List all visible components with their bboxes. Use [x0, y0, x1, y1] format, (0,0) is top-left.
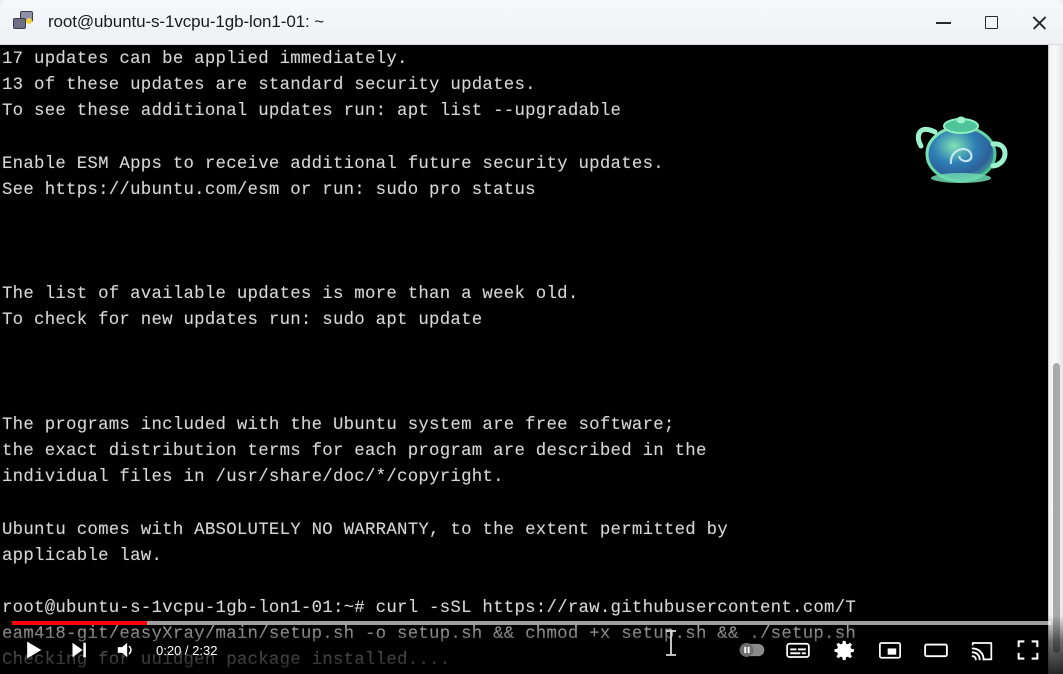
terminal-line: 13 of these updates are standard securit…: [2, 76, 536, 96]
miniplayer-icon: [879, 642, 901, 659]
volume-button[interactable]: [102, 627, 148, 673]
terminal-line: the exact distribution terms for each pr…: [2, 442, 707, 462]
close-icon: [1031, 15, 1047, 31]
gear-icon: [834, 640, 854, 660]
theater-mode-button[interactable]: [913, 627, 959, 673]
scrollbar-thumb[interactable]: [1053, 363, 1060, 653]
play-icon: [27, 641, 42, 659]
next-video-button[interactable]: [56, 627, 102, 673]
terminal-line: individual files in /usr/share/doc/*/cop…: [2, 468, 504, 488]
terminal-output-area[interactable]: 17 updates can be applied immediately. 13…: [0, 45, 1048, 674]
terminal-line: 17 updates can be applied immediately.: [2, 50, 408, 69]
autoplay-toggle[interactable]: [729, 627, 775, 673]
subtitles-button[interactable]: [775, 627, 821, 673]
volume-icon: [117, 642, 132, 658]
video-progress-bar[interactable]: [12, 621, 1051, 625]
cast-button[interactable]: [959, 627, 1005, 673]
close-button[interactable]: [1015, 0, 1063, 45]
terminal-line: To check for new updates run: sudo apt u…: [2, 311, 483, 331]
window-title: root@ubuntu-s-1vcpu-1gb-lon1-01: ~: [48, 12, 325, 31]
video-time-display: 0:20 / 2:32: [156, 642, 218, 658]
minimize-icon: [935, 22, 951, 23]
window-controls: [919, 0, 1063, 45]
next-icon: [72, 642, 86, 658]
minimize-button[interactable]: [919, 0, 967, 45]
terminal-lines: 17 updates can be applied immediately. 13…: [2, 47, 1048, 674]
putty-computer-icon: [12, 9, 38, 35]
terminal-line: applicable law.: [2, 546, 163, 566]
maximize-icon: [984, 16, 998, 29]
miniplayer-button[interactable]: [867, 627, 913, 673]
player-controls-right: [729, 627, 1063, 673]
terminal-line: To see these additional updates run: apt…: [2, 102, 622, 122]
window-titlebar[interactable]: root@ubuntu-s-1vcpu-1gb-lon1-01: ~: [0, 0, 1063, 45]
subtitles-icon: [786, 642, 810, 658]
player-controls-left: 0:20 / 2:32: [0, 627, 217, 673]
maximize-button[interactable]: [967, 0, 1015, 45]
theater-icon: [924, 643, 948, 658]
fullscreen-icon: [1017, 640, 1039, 660]
autoplay-icon: [739, 643, 765, 657]
fullscreen-button[interactable]: [1005, 627, 1051, 673]
video-progress-played: [12, 621, 148, 625]
play-button[interactable]: [10, 627, 56, 673]
terminal-line: The list of available updates is more th…: [2, 285, 579, 305]
terminal-line: root@ubuntu-s-1vcpu-1gb-lon1-01:~# curl …: [2, 598, 857, 618]
terminal-line: The programs included with the Ubuntu sy…: [2, 415, 675, 435]
screen-root: root@ubuntu-s-1vcpu-1gb-lon1-01: ~ 17 up…: [0, 0, 1063, 674]
settings-button[interactable]: [821, 627, 867, 673]
terminal-line: Ubuntu comes with ABSOLUTELY NO WARRANTY…: [2, 520, 728, 540]
terminal-line: See https://ubuntu.com/esm or run: sudo …: [2, 180, 536, 200]
player-controls: 0:20 / 2:32: [0, 626, 1063, 674]
cast-icon: [971, 642, 993, 661]
terminal-scrollbar[interactable]: [1048, 45, 1063, 674]
video-player-overlay: 0:20 / 2:32: [0, 615, 1063, 674]
terminal-line: Enable ESM Apps to receive additional fu…: [2, 154, 664, 174]
putty-window: root@ubuntu-s-1vcpu-1gb-lon1-01: ~ 17 up…: [0, 0, 1063, 674]
